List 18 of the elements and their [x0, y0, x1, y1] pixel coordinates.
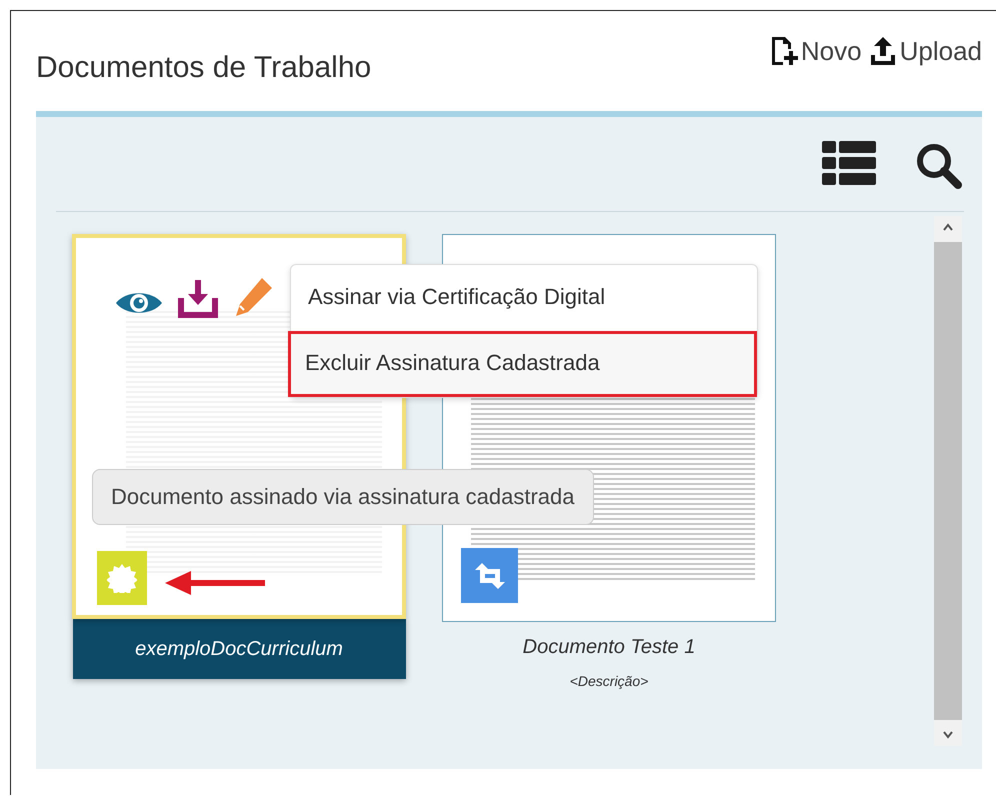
document-description: <Descrição>: [570, 673, 648, 689]
document-name: Documento Teste 1: [522, 636, 696, 659]
scroll-down-icon[interactable]: [942, 730, 954, 740]
tooltip: Documento assinado via assinatura cadastrada: [92, 469, 594, 525]
upload-button[interactable]: Upload: [868, 35, 982, 67]
page-title: Documentos de Trabalho: [36, 50, 372, 85]
document-name: exemploDocCurriculum: [72, 619, 406, 679]
download-icon[interactable]: [178, 280, 218, 318]
search-icon[interactable]: [914, 141, 964, 189]
menu-item[interactable]: Assinar via Certificação Digital: [291, 265, 757, 331]
sync-badge[interactable]: [461, 548, 518, 603]
seal-icon: [107, 563, 137, 593]
arrows-icon: [474, 562, 506, 588]
scroll-up-icon[interactable]: [942, 222, 954, 232]
menu-item[interactable]: Excluir Assinatura Cadastrada: [288, 331, 757, 397]
arrow-icon: [165, 571, 267, 595]
list-view-icon[interactable]: [822, 141, 876, 185]
new-button[interactable]: Novo: [768, 35, 862, 67]
